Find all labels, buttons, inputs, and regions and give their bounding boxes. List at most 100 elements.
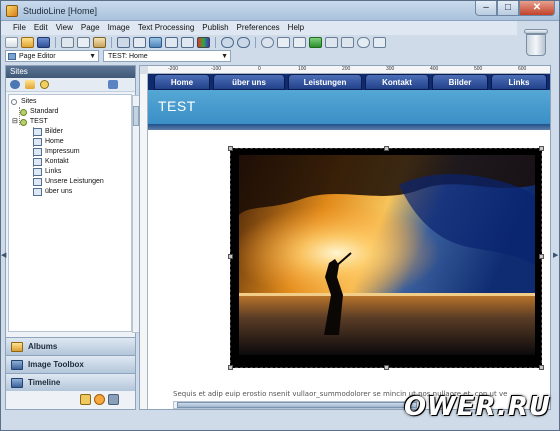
tree-item-page[interactable]: Unsere Leistungen — [33, 177, 104, 187]
page-path-value: TEST: Home — [108, 53, 148, 60]
timeline-section[interactable]: Timeline — [6, 373, 135, 391]
toolbar-separator — [255, 36, 256, 48]
settings-icon[interactable] — [108, 394, 119, 405]
menu-image[interactable]: Image — [108, 21, 130, 35]
nav-tab-about[interactable]: über uns — [213, 74, 285, 90]
copy-icon[interactable] — [77, 36, 90, 48]
menu-edit[interactable]: Edit — [34, 21, 48, 35]
page-editor-icon — [8, 53, 16, 60]
page-icon — [33, 138, 42, 146]
toolbar-separator — [111, 36, 112, 48]
resize-handle[interactable] — [539, 365, 544, 370]
nav-tab-gallery[interactable]: Bilder — [432, 74, 488, 90]
page-path-select[interactable]: TEST: Home ▼ — [103, 50, 231, 62]
image-toolbox-section[interactable]: Image Toolbox — [6, 355, 135, 373]
maximize-button[interactable]: □ — [497, 1, 519, 16]
check-icon[interactable] — [309, 36, 322, 48]
tree-item-page[interactable]: Impressum — [33, 147, 80, 157]
resize-handle[interactable] — [384, 146, 389, 151]
tree-item-page[interactable]: Kontakt — [33, 157, 69, 167]
albums-label: Albums — [28, 342, 58, 351]
nav-tab-home[interactable]: Home — [154, 74, 210, 90]
close-button[interactable]: ✕ — [519, 1, 555, 16]
nav-tab-contact[interactable]: Kontakt — [365, 74, 429, 90]
tree-item-page[interactable]: über uns — [33, 187, 72, 197]
resize-handle[interactable] — [228, 254, 233, 259]
ruler-label: 200 — [342, 66, 351, 72]
zoom-icon[interactable] — [357, 36, 370, 48]
page-header: TEST — [148, 90, 550, 124]
frame-icon[interactable] — [181, 36, 194, 48]
menu-file[interactable]: File — [13, 21, 26, 35]
align-icon[interactable] — [325, 36, 338, 48]
tree-item-label: Bilder — [45, 128, 63, 135]
menu-view[interactable]: View — [56, 21, 73, 35]
site-icon — [20, 108, 27, 116]
menu-page[interactable]: Page — [81, 21, 100, 35]
spell-check-icon[interactable] — [277, 36, 290, 48]
resize-handle[interactable] — [539, 254, 544, 259]
save-icon[interactable] — [37, 36, 50, 48]
tree-item-site[interactable]: ⊟ TEST — [12, 117, 48, 127]
folder-icon — [11, 342, 23, 352]
nav-tab-links[interactable]: Links — [491, 74, 547, 90]
albums-section[interactable]: Albums — [6, 337, 135, 355]
chevron-down-icon[interactable]: ▼ — [89, 51, 96, 62]
back-icon[interactable] — [261, 36, 274, 48]
table-icon[interactable] — [165, 36, 178, 48]
tree-item-site[interactable]: Standard — [20, 107, 58, 117]
properties-icon[interactable] — [293, 36, 306, 48]
cut-icon[interactable] — [61, 36, 74, 48]
collapse-left-icon[interactable]: ◀ — [1, 251, 6, 259]
tree-item-page[interactable]: Home — [33, 137, 64, 147]
trash-icon[interactable] — [523, 27, 549, 57]
site-tree: Sites Standard ⊟ TEST Bilder Home Impres… — [8, 94, 140, 333]
menu-text-processing[interactable]: Text Processing — [138, 21, 194, 35]
menu-publish[interactable]: Publish — [202, 21, 228, 35]
resize-handle[interactable] — [539, 146, 544, 151]
collapse-icon[interactable]: ⊟ — [12, 117, 18, 127]
tree-item-page[interactable]: Bilder — [33, 127, 63, 137]
editor-mode-select[interactable]: Page Editor ▼ — [5, 50, 99, 62]
menu-help[interactable]: Help — [288, 21, 304, 35]
sunset-photo[interactable] — [239, 155, 535, 355]
text-scrollbar[interactable] — [173, 401, 423, 409]
sun-icon[interactable] — [94, 394, 105, 405]
resize-handle[interactable] — [228, 365, 233, 370]
page-icon — [33, 148, 42, 156]
page-icon — [33, 178, 42, 186]
undo-icon[interactable] — [221, 36, 234, 48]
search-icon[interactable] — [40, 80, 49, 89]
radio-icon[interactable] — [11, 99, 17, 105]
color-picker-icon[interactable] — [197, 36, 210, 48]
title-bar: StudioLine [Home] – □ ✕ — [1, 1, 559, 21]
layout-icon[interactable] — [117, 36, 130, 48]
back-arrow-icon[interactable] — [10, 80, 20, 89]
minimize-button[interactable]: – — [475, 1, 497, 16]
image-box-icon[interactable] — [149, 36, 162, 48]
nav-tab-services[interactable]: Leistungen — [288, 74, 362, 90]
tree-item-page[interactable]: Links — [33, 167, 61, 177]
new-page-icon[interactable] — [5, 36, 18, 48]
publish-icon[interactable] — [108, 80, 118, 89]
open-folder-icon[interactable] — [21, 36, 34, 48]
editor-mode-value: Page Editor — [19, 53, 56, 60]
menu-preferences[interactable]: Preferences — [237, 21, 280, 35]
ruler-label: 0 — [258, 66, 261, 72]
ruler-label: -100 — [211, 66, 222, 72]
text-box-icon[interactable] — [133, 36, 146, 48]
collapse-right-icon[interactable]: ▶ — [553, 251, 558, 259]
chevron-down-icon[interactable]: ▼ — [221, 51, 228, 62]
menu-bar: File Edit View Page Image Text Processin… — [1, 21, 517, 35]
tree-root[interactable]: Sites — [11, 97, 37, 107]
redo-icon[interactable] — [237, 36, 250, 48]
ruler-label: -200 — [168, 66, 179, 72]
resize-handle[interactable] — [228, 146, 233, 151]
new-site-icon[interactable] — [25, 80, 35, 89]
move-icon[interactable] — [373, 36, 386, 48]
resize-handle[interactable] — [384, 365, 389, 370]
distribute-icon[interactable] — [341, 36, 354, 48]
hand-icon[interactable] — [80, 394, 91, 405]
image-frame[interactable] — [228, 146, 544, 370]
paste-icon[interactable] — [93, 36, 106, 48]
